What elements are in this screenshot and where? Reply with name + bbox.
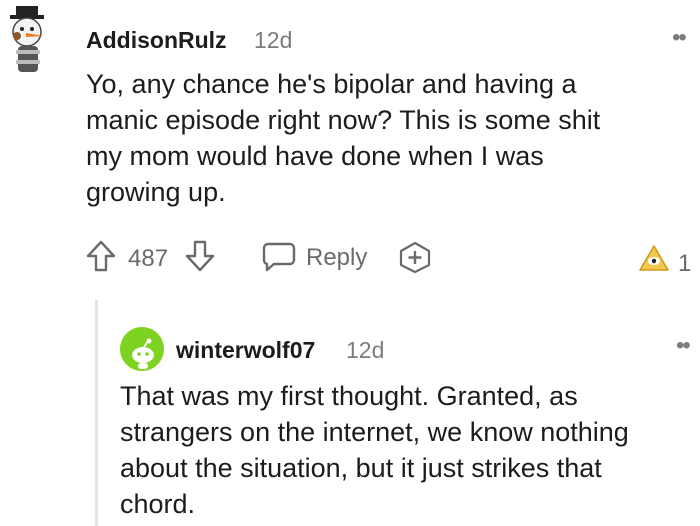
vote-count: 487 [128, 245, 169, 272]
avatar[interactable] [4, 6, 52, 74]
award-badge[interactable] [638, 244, 670, 276]
comment-body: That was my first thought. Granted, as s… [120, 378, 698, 522]
award-count: 1 [678, 250, 692, 277]
comment-line: my mom would have done when I was [86, 141, 544, 171]
comment-line: manic episode right now? This is some sh… [86, 105, 601, 135]
more-options-icon[interactable]: •• [676, 332, 691, 360]
give-award-plus-icon [399, 241, 431, 273]
snowman-avatar-icon [10, 6, 44, 72]
comment-addisonrulz: AddisonRulz 12d •• Yo, any chance he's b… [0, 0, 700, 300]
upvote-arrow-icon [86, 240, 116, 272]
snoo-avatar-icon [120, 327, 164, 371]
comment-line: Yo, any chance he's bipolar and having a [86, 69, 577, 99]
more-options-icon[interactable]: •• [672, 24, 687, 52]
comment-username[interactable]: winterwolf07 [176, 337, 315, 364]
avatar[interactable] [120, 327, 164, 371]
downvote-button[interactable] [185, 240, 215, 272]
comment-line: strangers on the internet, we know nothi… [120, 417, 629, 447]
downvote-arrow-icon [185, 240, 215, 272]
comment-username[interactable]: AddisonRulz [86, 27, 227, 54]
comment-line: about the situation, but it just strikes… [120, 453, 602, 483]
comment-winterwolf07: winterwolf07 12d •• That was my first th… [0, 300, 700, 526]
chat-bubble-icon [262, 242, 296, 272]
comment-time: 12d [254, 27, 293, 53]
comment-line: chord. [120, 489, 196, 519]
comment-time: 12d [346, 337, 385, 363]
comment-line: That was my first thought. Granted, as [120, 381, 578, 411]
comment-line: growing up. [86, 177, 226, 207]
award-button[interactable] [398, 241, 432, 273]
reply-label: Reply [306, 244, 368, 271]
upvote-button[interactable] [86, 240, 116, 272]
comment-body: Yo, any chance he's bipolar and having a… [86, 66, 686, 210]
gold-award-icon [639, 245, 669, 271]
